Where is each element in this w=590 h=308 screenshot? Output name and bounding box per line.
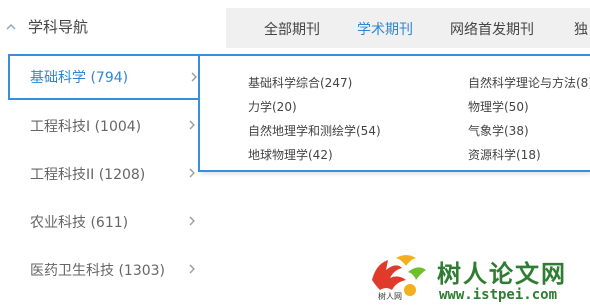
chevron-right-icon (189, 168, 195, 178)
nav-item-agriculture[interactable]: 农业科技 (611) (8, 200, 198, 244)
nav-item-label: 工程科技II (1208) (30, 167, 146, 183)
chevron-right-icon (189, 120, 195, 130)
nav-item-label: 基础科学 (794) (30, 70, 129, 86)
subject-nav-title: 学科导航 (28, 18, 89, 36)
nav-item-label: 医药卫生科技 (1303) (30, 263, 166, 279)
nav-item-label: 工程科技I (1004) (30, 119, 142, 135)
chevron-right-icon (191, 72, 197, 82)
subcategory-link[interactable]: 资源科学(18) (468, 146, 541, 163)
chevron-right-icon (189, 264, 195, 274)
watermark-url: www.istpei.com (439, 287, 558, 303)
nav-item-engineering-1[interactable]: 工程科技I (1004) (8, 104, 198, 148)
tab-online-first[interactable]: 网络首发期刊 (450, 19, 534, 39)
subcategory-link[interactable]: 物理学(50) (468, 98, 529, 115)
subcategory-link[interactable]: 自然地理学和测绘学(54) (248, 122, 381, 139)
tab-academic-journals[interactable]: 学术期刊 (357, 19, 413, 39)
tab-exclusive[interactable]: 独 (574, 19, 588, 39)
tab-all-journals[interactable]: 全部期刊 (264, 19, 320, 39)
journal-tabs-bar: 全部期刊 学术期刊 网络首发期刊 独 (226, 8, 590, 48)
subcategory-link[interactable]: 气象学(38) (468, 122, 529, 139)
watermark-small-text: 树人网 (378, 292, 402, 301)
nav-item-basic-science[interactable]: 基础科学 (794) (8, 54, 198, 100)
subcategory-link[interactable]: 自然科学理论与方法(8) (468, 74, 590, 91)
subcategory-link[interactable]: 力学(20) (248, 98, 297, 115)
subcategory-flyout: 基础科学综合(247) 自然科学理论与方法(8) 力学(20) 物理学(50) … (198, 54, 590, 172)
watermark-site-name: 树人论文网 (437, 260, 567, 288)
chevron-up-icon (6, 23, 16, 30)
subject-nav-header[interactable]: 学科导航 (0, 0, 226, 53)
subcategory-link[interactable]: 地球物理学(42) (248, 146, 333, 163)
nav-item-medicine[interactable]: 医药卫生科技 (1303) (8, 248, 198, 292)
chevron-right-icon (189, 216, 195, 226)
nav-item-label: 农业科技 (611) (30, 215, 129, 231)
subcategory-link[interactable]: 基础科学综合(247) (248, 74, 352, 91)
nav-item-engineering-2[interactable]: 工程科技II (1208) (8, 152, 198, 196)
